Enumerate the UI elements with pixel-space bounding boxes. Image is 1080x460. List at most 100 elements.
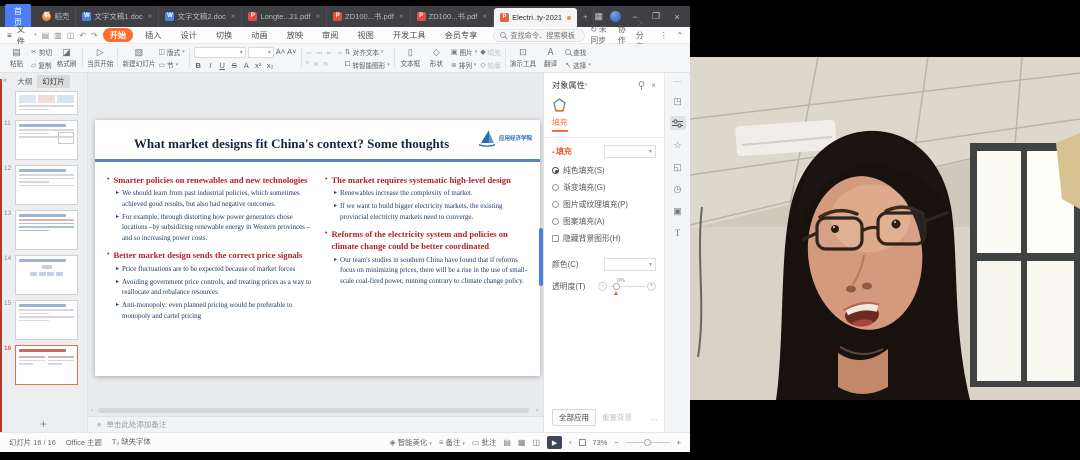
grow-font-icon[interactable]: A˄ <box>276 47 285 58</box>
webcam-video-feed[interactable] <box>690 57 1080 400</box>
close-tab-icon[interactable]: × <box>482 12 487 21</box>
tab-doc2[interactable]: W 文字文稿2.doc × <box>159 6 242 27</box>
menu-tab-slideshow[interactable]: 放映 <box>280 28 310 42</box>
slides-tab[interactable]: 幻灯片 <box>37 75 70 88</box>
menu-tab-animation[interactable]: 动画 <box>244 28 274 42</box>
copy-button[interactable]: ▱复制 <box>31 60 52 70</box>
redo-icon[interactable]: ↷ <box>91 31 98 40</box>
fill-tab-icon[interactable] <box>552 98 567 113</box>
slide-thumbnail[interactable]: 14 <box>15 255 81 295</box>
cut-button[interactable]: ✂剪切 <box>31 47 52 57</box>
menu-tab-devtools[interactable]: 开发工具 <box>386 28 433 42</box>
select-button[interactable]: ↖选择▾ <box>565 60 591 70</box>
notes-button[interactable]: ≡ 备注 ▾ <box>439 437 465 448</box>
menu-tab-design[interactable]: 设计 <box>173 28 203 42</box>
paste-button[interactable]: ▤ 粘贴 <box>5 46 28 70</box>
find-button[interactable]: 查找 <box>565 47 591 57</box>
superscript-button[interactable]: x² <box>254 61 263 70</box>
zoom-slider[interactable] <box>626 442 670 444</box>
close-tab-icon[interactable]: × <box>148 12 153 21</box>
pin-icon[interactable] <box>638 81 645 90</box>
new-slide-button[interactable]: ▧ 新建幻灯片 <box>122 46 155 70</box>
minus-icon[interactable]: − <box>598 282 607 291</box>
slide-thumbnail-current[interactable]: 16 <box>15 345 81 385</box>
number-list-icon[interactable]: ≕ <box>316 49 323 57</box>
slide-thumbnail[interactable]: 15 <box>15 300 81 340</box>
collapse-ribbon-icon[interactable]: ⌃ <box>676 31 683 40</box>
reset-background-button[interactable]: 重置背景 <box>602 412 632 423</box>
menu-tab-home[interactable]: 开始 <box>103 28 133 42</box>
align-left-icon[interactable]: ≡ <box>306 60 310 68</box>
to-smartart-button[interactable]: ⧠转智能图形▾ <box>345 60 390 70</box>
slide-thumbnail[interactable]: 13 <box>15 210 81 250</box>
save-icon[interactable]: ▤ <box>42 31 50 40</box>
reading-view-icon[interactable]: ◫ <box>532 438 540 447</box>
transparency-slider[interactable]: − 0% + <box>598 282 656 291</box>
sync-status[interactable]: ↻ 未同步 <box>590 24 609 46</box>
close-panel-icon[interactable]: × <box>651 81 656 90</box>
italic-button[interactable]: I <box>206 61 215 70</box>
object-properties-icon[interactable] <box>670 116 686 130</box>
tab-active-presentation[interactable]: P Electri..ty-2021 <box>494 8 577 27</box>
slideshow-play-button[interactable]: ▶ <box>547 436 562 449</box>
effects-star-icon[interactable]: ☆ <box>670 138 686 152</box>
collapse-panel-icon[interactable]: « <box>3 77 7 84</box>
option-solid-fill[interactable]: 纯色填充(S) <box>552 165 656 176</box>
align-text-button[interactable]: ⇅对齐文本▾ <box>345 47 390 57</box>
fill-type-combo[interactable]: ▾ <box>604 145 656 158</box>
tab-docer[interactable]: 稻 稻壳 <box>36 6 76 27</box>
preview-icon[interactable]: ◫ <box>67 31 75 40</box>
apply-all-button[interactable]: 全部应用 <box>552 409 596 426</box>
scroll-left-icon[interactable]: ‹ <box>91 408 93 414</box>
collaborate-button[interactable]: 协作 <box>618 24 627 46</box>
close-tab-icon[interactable]: × <box>399 12 404 21</box>
shape-properties-icon[interactable]: ◳ <box>670 94 686 108</box>
outline-button[interactable]: ◇轮廓 <box>480 60 501 70</box>
tab-pdf2[interactable]: P ZD100...书.pdf × <box>327 6 410 27</box>
font-size-combo[interactable]: ▾ <box>248 47 274 58</box>
theme-name[interactable]: Office 主题 <box>66 437 102 448</box>
comments-button[interactable]: ▭ 批注 <box>472 437 496 448</box>
menu-tab-transition[interactable]: 切换 <box>209 28 239 42</box>
animation-clock-icon[interactable]: ◷ <box>670 182 686 196</box>
translate-button[interactable]: Ａ 翻译 <box>539 46 562 70</box>
zoom-slider-thumb[interactable] <box>644 439 651 446</box>
normal-view-icon[interactable]: ▤ <box>503 438 511 447</box>
print-icon[interactable]: ▥ <box>54 31 62 40</box>
more-menu-icon[interactable]: ⋮ <box>660 31 668 40</box>
section-button[interactable]: ▭节▾ <box>158 60 184 70</box>
horizontal-scrollbar[interactable] <box>98 408 529 413</box>
menu-tab-member[interactable]: 会员专享 <box>438 28 485 42</box>
fill-tab-label[interactable]: 填充 <box>552 117 568 132</box>
tab-pdf3[interactable]: P ZD100...书.pdf × <box>411 6 494 27</box>
menu-tab-view[interactable]: 视图 <box>350 28 380 42</box>
option-pattern-fill[interactable]: 图案填充(A) <box>552 216 656 227</box>
slide-thumbnail[interactable]: 11 <box>15 120 81 160</box>
plus-icon[interactable]: + <box>647 282 656 291</box>
search-input[interactable] <box>510 31 578 40</box>
underline-button[interactable]: U <box>218 61 227 70</box>
present-tools-button[interactable]: ⊡ 演示工具 <box>510 46 536 70</box>
notes-bar[interactable]: ≡ 单击此处添加备注 <box>88 416 543 432</box>
fill-button[interactable]: ◆填充 <box>480 47 501 57</box>
strike-button[interactable]: S <box>230 61 239 70</box>
zoom-out-button[interactable]: − <box>614 438 618 447</box>
more-options-icon[interactable]: … <box>650 413 658 422</box>
subscript-button[interactable]: x₂ <box>266 61 275 70</box>
tab-doc1[interactable]: W 文字文稿1.doc × <box>76 6 159 27</box>
collapse-strip-icon[interactable]: — <box>674 77 682 86</box>
media-library-icon[interactable]: ▣ <box>670 204 686 218</box>
selection-pane-icon[interactable]: ◱ <box>670 160 686 174</box>
slide-16[interactable]: 应用经济学院 What market designs fit China's c… <box>95 120 540 376</box>
option-picture-fill[interactable]: 图片或纹理填充(P) <box>552 199 656 210</box>
slide-thumbnail[interactable]: 12 <box>15 165 81 205</box>
line-spacing-icon[interactable]: ≋ <box>323 60 329 68</box>
outline-tab[interactable]: 大纲 <box>17 76 32 87</box>
bold-button[interactable]: B <box>194 61 203 70</box>
undo-icon[interactable]: ↶ <box>79 31 86 40</box>
format-painter-button[interactable]: ◪ 格式刷 <box>55 46 78 70</box>
tab-pdf1[interactable]: P Longte...21.pdf × <box>242 6 327 27</box>
layout-button[interactable]: ◫版式▾ <box>158 47 184 57</box>
play-from-page-button[interactable]: ▷ 当页开始 <box>87 46 113 70</box>
scroll-right-icon[interactable]: › <box>536 408 538 414</box>
